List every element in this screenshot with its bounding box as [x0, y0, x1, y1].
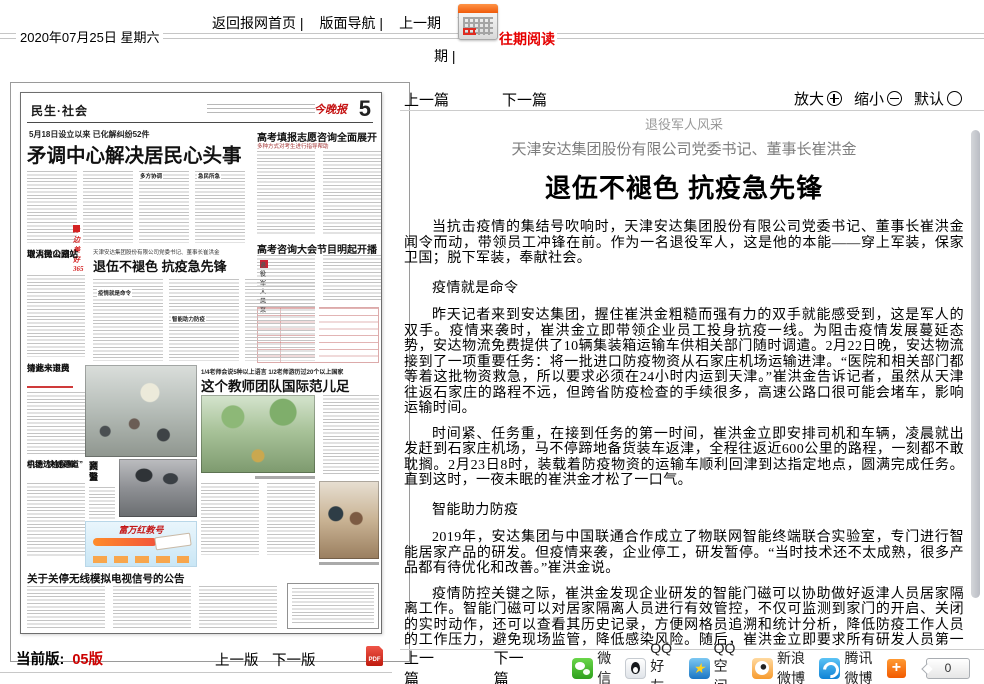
- bottom-right-box: [287, 583, 379, 629]
- article-paragraph: 当抗击疫情的集结号吹响时，天津安达集团股份有限公司党委书记、董事长崔洪金闻令而动…: [404, 220, 964, 267]
- exam2-headline[interactable]: 高考咨询大会节目明起开播: [257, 241, 377, 256]
- article-scrollbar-thumb[interactable]: [971, 130, 980, 598]
- nav-layout-link[interactable]: 版面导航 |: [320, 13, 384, 33]
- article-paragraph: 时间紧、任务重，在接到任务的第一时间，崔洪金立即安排司机和车辆，凌晨就出发赶到石…: [404, 427, 964, 489]
- next-issue-link-wrap[interactable]: 期 |: [434, 46, 456, 66]
- article-section-heading: 疫情就是命令: [404, 281, 964, 297]
- library-photo-caption: [319, 562, 379, 565]
- share-tencent-weibo-button[interactable]: 腾讯微博: [819, 648, 873, 684]
- article-view: 退役军人风采 天津安达集团股份有限公司党委书记、董事长崔洪金 退伍不褪色 抗疫急…: [404, 112, 964, 647]
- umbrella-photo: [119, 459, 197, 517]
- prev-issue-link[interactable]: 上一期: [399, 13, 441, 33]
- current-page-label: 当前版:05版: [16, 648, 103, 669]
- street-photo: [85, 365, 197, 457]
- card-text: [27, 392, 85, 454]
- exam1-text: [257, 151, 381, 235]
- zoom-default-button[interactable]: 默认: [914, 88, 962, 109]
- park-photo-caption: [255, 476, 315, 479]
- current-page-value: 05版: [72, 652, 103, 668]
- airport-text: [27, 483, 85, 557]
- epaper-screen: 2020年07月25日 星期六 返回报网首页 | 版面导航 | 上一期 下一 期…: [0, 0, 984, 684]
- zoom-in-icon: [827, 91, 842, 106]
- next-article-link-top[interactable]: 下一篇: [502, 89, 547, 110]
- share-count[interactable]: 0: [926, 658, 970, 679]
- share-more-button[interactable]: [887, 659, 906, 678]
- footer-divider: [0, 672, 392, 673]
- notice-headline[interactable]: 关于关停无线模拟电视信号的公告: [27, 571, 185, 586]
- main-article-text: [27, 171, 249, 243]
- calendar-icon[interactable]: [458, 4, 498, 40]
- date-text: 2020年07月25日 星期六: [16, 27, 163, 46]
- qq-icon: [625, 658, 646, 679]
- ad-banner: [93, 538, 157, 546]
- article-section-heading: 智能助力防疫: [404, 503, 964, 519]
- veteran-subhead-2: 智能助力防疫: [171, 315, 206, 323]
- nav-home-link[interactable]: 返回报网首页 |: [212, 13, 304, 33]
- wechat-icon: [572, 658, 593, 679]
- share-bar: 上一篇 下一篇 微信 QQ好友 QQ空间 新浪微博 腾讯微博: [404, 655, 970, 681]
- newspaper-page[interactable]: 民生·社会 今晚报 5 5月18日设立以来 已化解纠纷52件 矛调中心解决居民心…: [20, 92, 382, 634]
- next-article-link-bottom[interactable]: 下一篇: [494, 647, 529, 684]
- veteran-headline[interactable]: 退伍不褪色 抗疫急先锋: [93, 256, 227, 275]
- library-photo: [319, 481, 379, 559]
- pdf-icon[interactable]: [366, 646, 383, 666]
- zoom-in-button[interactable]: 放大: [794, 88, 842, 109]
- share-sina-weibo-button[interactable]: 新浪微博: [752, 648, 806, 684]
- share-more-icon: [887, 659, 906, 678]
- teacher-text-bottom: [201, 483, 315, 555]
- article-paragraph: 昨天记者来到安达集团，握住崔洪金粗糙而强有力的双手就能感受到，这是军人的双手。疫…: [404, 308, 964, 417]
- share-qq-button[interactable]: QQ好友: [625, 640, 674, 684]
- article-title: 退伍不褪色 抗疫急先锋: [404, 168, 964, 205]
- tencent-weibo-icon: [819, 658, 840, 679]
- prev-article-link-bottom[interactable]: 上一篇: [404, 647, 439, 684]
- ad-block[interactable]: 富万红教号: [85, 521, 197, 567]
- exam1-subhead: 多种方式对考生进行指导帮助: [257, 142, 329, 150]
- article-subtitle: 天津安达集团股份有限公司党委书记、董事长崔洪金: [404, 138, 964, 159]
- teacher-headline[interactable]: 这个教师团队国际范儿足: [201, 375, 350, 395]
- paper-page-number: 5: [359, 96, 371, 122]
- top-nav: 返回报网首页 | 版面导航 | 上一期 下一: [208, 13, 489, 33]
- paper-section-label: 民生·社会: [31, 102, 88, 119]
- notice-text: [27, 586, 279, 628]
- qzone-icon: [689, 658, 710, 679]
- newspaper-panel: 民生·社会 今晚报 5 5月18日设立以来 已化解纠纷52件 矛调中心解决居民心…: [10, 82, 410, 662]
- main-article-headline[interactable]: 矛调中心解决居民心头事: [27, 139, 242, 168]
- veteran-subhead-1: 疫情就是命令: [97, 289, 132, 297]
- bus-text: [27, 275, 85, 357]
- zoom-out-button[interactable]: 缩小: [854, 88, 902, 109]
- prev-article-link-top[interactable]: 上一篇: [404, 89, 449, 110]
- article-paragraph: 疫情防控关键之际，崔洪金发现企业研发的智能门磁可以协助做好返津人员居家隔离工作。…: [404, 587, 964, 648]
- masthead-info-text: [207, 104, 315, 116]
- share-wechat-button[interactable]: 微信: [572, 648, 611, 684]
- paper-masthead: 民生·社会 今晚报 5: [27, 98, 373, 123]
- next-page-link[interactable]: 下一版: [272, 649, 316, 670]
- paper-logo: 今晚报: [314, 101, 347, 117]
- prev-page-link[interactable]: 上一版: [215, 649, 259, 670]
- share-qzone-button[interactable]: QQ空间: [689, 640, 738, 684]
- veteran-kicker: 天津安达集团股份有限公司党委书记、董事长崔洪金: [93, 248, 220, 256]
- park-photo: [201, 395, 315, 473]
- article-top-divider: [400, 110, 984, 111]
- card-red-note: [27, 386, 73, 388]
- archive-link[interactable]: 往期阅读: [497, 29, 557, 49]
- zoom-out-icon: [887, 91, 902, 106]
- main-subhead-2: 急民所急: [197, 172, 221, 180]
- article-kicker: 退役军人风采: [404, 114, 964, 133]
- sina-weibo-icon: [752, 658, 773, 679]
- ad-badges: [93, 556, 189, 563]
- main-subhead-1: 多方协调: [139, 172, 163, 180]
- zoom-default-icon: [947, 91, 962, 106]
- teacher-text-right: [323, 395, 379, 475]
- article-paragraph: 2019年，安达集团与中国联通合作成立了物联网智能终端联合实验室，专门进行智能居…: [404, 530, 964, 577]
- zoom-controls: 放大 缩小 默认: [794, 88, 962, 109]
